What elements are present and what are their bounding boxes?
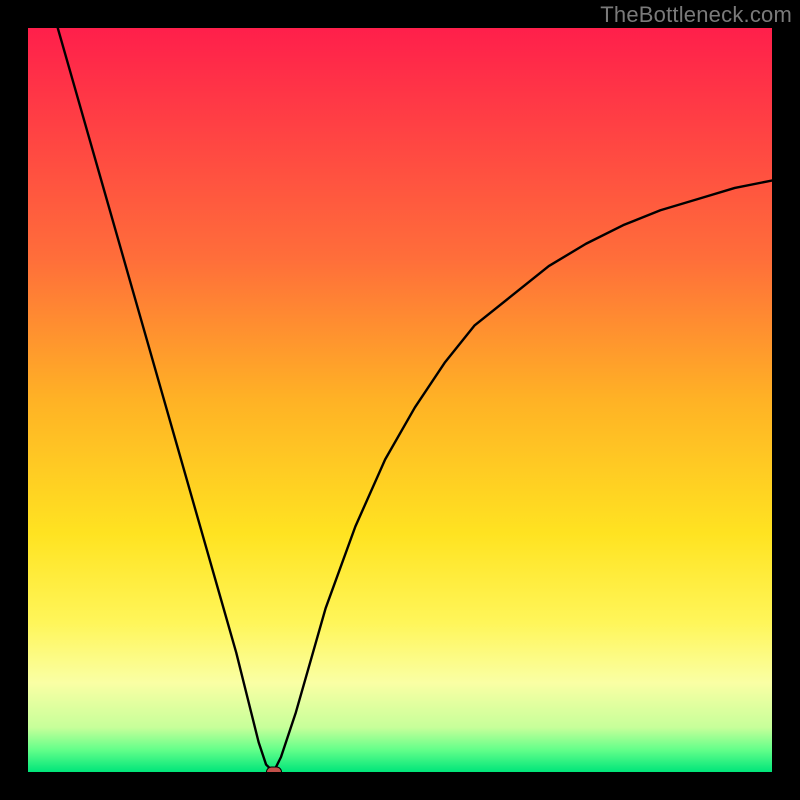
plot-area (28, 28, 772, 772)
curve-layer (28, 28, 772, 772)
watermark-text: TheBottleneck.com (600, 2, 792, 28)
optimal-point-marker (266, 767, 282, 773)
bottleneck-curve (58, 28, 772, 772)
chart-frame: TheBottleneck.com (0, 0, 800, 800)
